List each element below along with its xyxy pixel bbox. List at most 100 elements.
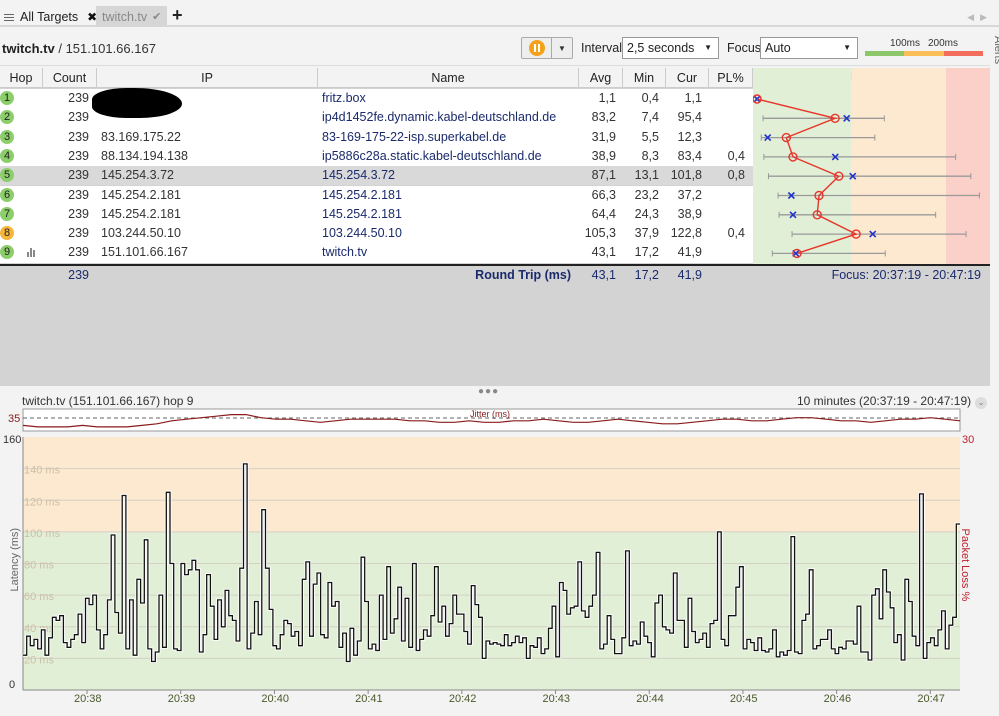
table-row[interactable]: 7 239 145.254.2.181 145.254.2.181 64,4 2… [0, 204, 753, 225]
y2-axis-label: Packet Loss % [959, 529, 971, 602]
hop-count: 239 [68, 91, 89, 105]
col-ip[interactable]: IP [97, 68, 318, 88]
interval-select[interactable]: 2,5 seconds ▼ [622, 37, 719, 59]
col-cur[interactable]: Cur [666, 68, 709, 88]
interval-value: 2,5 seconds [627, 41, 695, 55]
pause-icon [528, 40, 545, 56]
total-avg: 43,1 [591, 268, 616, 282]
round-trip-label: Round Trip (ms) [475, 268, 571, 282]
col-hop[interactable]: Hop [0, 68, 43, 88]
hop-min: 7,4 [641, 110, 659, 125]
tab-scroll-arrows[interactable]: ◀▶ [967, 12, 993, 23]
hop-min: 37,9 [634, 226, 659, 241]
legend-high-label: 200ms [928, 38, 959, 49]
hop-status-badge: 7 [0, 206, 14, 221]
hop-name: fritz.box [322, 91, 366, 105]
hop-min: 0,4 [641, 91, 659, 105]
chart-title: twitch.tv (151.101.66.167) hop 9 [22, 394, 194, 408]
y2-tick-label: 30 [962, 434, 974, 446]
hop-avg: 66,3 [591, 187, 616, 202]
panel-splitter[interactable]: ●●● [478, 386, 499, 397]
hop-avg: 64,4 [591, 206, 616, 221]
y-grid-label: 140 ms [24, 465, 61, 477]
table-row[interactable]: 3 239 83.169.175.22 83-169-175-22-isp.su… [0, 127, 753, 147]
hop-pl: 0,8 [727, 168, 745, 183]
x-tick-label: 20:47 [917, 693, 945, 705]
col-avg[interactable]: Avg [579, 68, 623, 88]
hop-count: 239 [68, 129, 89, 144]
x-tick-label: 20:40 [261, 693, 289, 705]
hop-pl: 0,4 [727, 148, 745, 163]
hop-name: 103.244.50.10 [322, 226, 402, 241]
table-row[interactable]: 9 239 151.101.66.167 twitch.tv 43,1 17,2… [0, 243, 753, 263]
alerts-tab[interactable]: Alerts [992, 36, 999, 64]
hop-min: 8,3 [641, 148, 659, 163]
chevron-down-icon: ▼ [843, 43, 851, 52]
focus-select[interactable]: Auto ▼ [760, 37, 858, 59]
jitter-tick: 35 [8, 413, 20, 425]
col-pl[interactable]: PL% [709, 68, 753, 88]
jitter-title: Jitter (ms) [470, 409, 510, 419]
y-grid-label: 40 ms [24, 623, 54, 635]
col-count[interactable]: Count [43, 68, 97, 88]
latency-graph-svg [752, 68, 990, 264]
hop-count: 239 [68, 168, 89, 183]
hop-avg: 43,1 [591, 245, 616, 260]
menu-icon [4, 12, 14, 23]
chevron-down-icon: ▼ [704, 43, 712, 52]
hop-name: 83-169-175-22-isp.superkabel.de [322, 129, 507, 144]
x-tick-label: 20:44 [636, 693, 664, 705]
hop-avg: 87,1 [591, 168, 616, 183]
tab-label: All Targets [20, 10, 79, 24]
graph-icon[interactable] [27, 248, 35, 258]
hop-cur: 38,9 [677, 206, 702, 221]
tab-label: twitch.tv [102, 9, 148, 24]
tab-all-targets[interactable]: All Targets ✖ [0, 7, 101, 27]
latency-line-halo [23, 462, 960, 663]
hop-cur: 95,4 [677, 110, 702, 125]
hop-count: 239 [68, 148, 89, 163]
total-count: 239 [68, 268, 89, 282]
hop-min: 13,1 [634, 168, 659, 183]
hop-count: 239 [68, 245, 89, 260]
hop-cur: 41,9 [677, 245, 702, 260]
alerts-sidebar[interactable] [990, 29, 999, 716]
hop-count: 239 [68, 110, 89, 125]
table-row[interactable]: 4 239 88.134.194.138 ip5886c28a.static.k… [0, 146, 760, 167]
hop-status-badge: 6 [0, 187, 14, 202]
y-axis-label: Latency (ms) [9, 528, 21, 592]
table-row[interactable]: 6 239 145.254.2.181 145.254.2.181 66,3 2… [0, 185, 753, 205]
pause-button[interactable] [522, 38, 552, 58]
tab-twitch[interactable]: twitch.tv ✔ [96, 6, 168, 27]
hop-ip: 145.254.2.181 [101, 187, 181, 202]
time-range-label: 10 minutes (20:37:19 - 20:47:19) [797, 394, 972, 408]
hop-ip: 88.134.194.138 [101, 148, 188, 163]
y-grid-label: 80 ms [24, 560, 54, 572]
col-name[interactable]: Name [318, 68, 579, 88]
hop-cur: 37,2 [677, 187, 702, 202]
hop-count: 239 [68, 187, 89, 202]
focus-label: Focus [727, 41, 762, 55]
hop-name: 145.254.3.72 [322, 168, 395, 183]
pause-options-dropdown[interactable]: ▼ [552, 38, 572, 58]
hop-min: 24,3 [634, 206, 659, 221]
x-tick-label: 20:43 [543, 693, 571, 705]
hop-cur: 122,8 [670, 226, 702, 241]
table-row[interactable]: 8 239 103.244.50.10 103.244.50.10 105,3 … [0, 224, 760, 244]
y-grid-label: 100 ms [24, 528, 61, 540]
check-icon: ✔ [152, 11, 162, 23]
hop-status-badge: 2 [0, 110, 14, 125]
interval-label: Interval [581, 41, 622, 55]
time-range[interactable]: 10 minutes (20:37:19 - 20:47:19) ⌄ [797, 394, 988, 409]
add-tab-button[interactable]: + [172, 5, 183, 26]
y-grid-label: 20 ms [24, 654, 54, 666]
hop-avg: 105,3 [584, 226, 616, 241]
hop-status-badge: 5 [0, 168, 14, 183]
table-row[interactable]: 5 239 145.254.3.72 145.254.3.72 87,1 13,… [0, 166, 760, 186]
latency-legend: 100ms 200ms [865, 38, 983, 56]
chevron-down-icon[interactable]: ⌄ [975, 397, 988, 409]
hop-name: ip5886c28a.static.kabel-deutschland.de [322, 148, 542, 163]
col-min[interactable]: Min [623, 68, 666, 88]
hop-name: ip4d1452fe.dynamic.kabel-deutschland.de [322, 110, 557, 125]
trace-controls: ▼ [521, 37, 573, 59]
